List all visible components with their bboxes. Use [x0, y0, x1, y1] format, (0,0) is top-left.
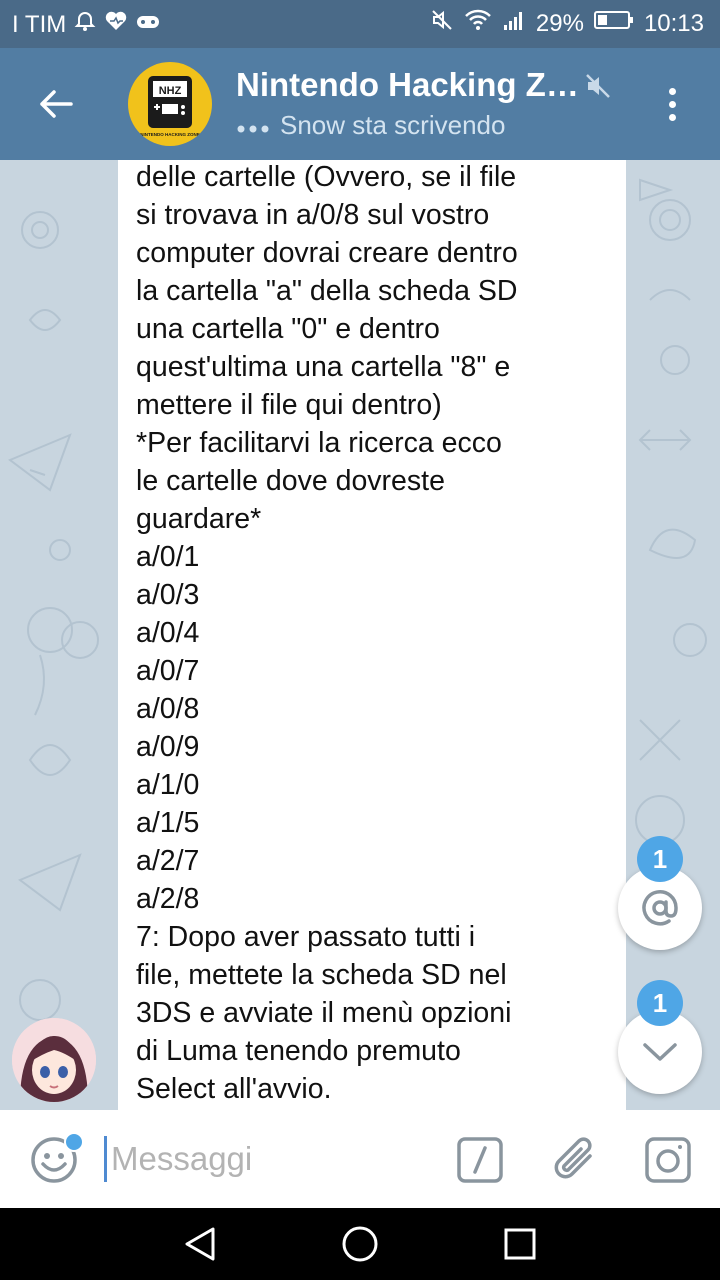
health-icon: [104, 10, 128, 39]
status-bar: I TIM 29% 10:13: [0, 0, 720, 48]
battery-icon: [593, 9, 634, 38]
camera-icon: [645, 1137, 691, 1183]
chat-title[interactable]: Nintendo Hacking Z…: [236, 66, 579, 104]
typing-text: Snow sta scrivendo: [280, 110, 506, 140]
typing-status: Snow sta scrivendo: [236, 110, 505, 141]
clock: 10:13: [643, 9, 704, 37]
nav-back-button[interactable]: [180, 1224, 220, 1264]
nav-home-button[interactable]: [340, 1224, 380, 1264]
chat-area[interactable]: seguendo la stessa struttura delle carte…: [0, 160, 720, 1110]
back-button[interactable]: [26, 74, 86, 134]
status-right: 29% 10:13: [430, 8, 704, 39]
alarm-icon: [74, 10, 96, 39]
status-left: I TIM: [12, 10, 160, 39]
game-icon: [136, 11, 160, 39]
chevron-down-icon: [643, 1043, 677, 1061]
mute-status-icon: [430, 8, 454, 39]
avatar-text: NHZ: [159, 85, 182, 97]
camera-button[interactable]: [644, 1136, 692, 1184]
mentions-count-badge: 1: [637, 836, 683, 882]
arrow-left-icon: [40, 90, 73, 118]
signal-icon: [502, 9, 526, 38]
circle-home-icon: [342, 1226, 378, 1262]
bot-command-button[interactable]: [456, 1136, 504, 1184]
emoji-notification-dot: [64, 1132, 84, 1152]
message-input-bar: [0, 1110, 720, 1208]
system-nav-bar: [0, 1208, 720, 1280]
wifi-icon: [464, 9, 492, 38]
typing-dots-icon: [236, 110, 270, 141]
message-text: seguendo la stessa struttura delle carte…: [136, 161, 518, 1105]
message-input[interactable]: [104, 1136, 431, 1182]
chat-header: NHZ NINTENDO HACKING ZONE Nintendo Hacki…: [0, 48, 720, 160]
message-bubble[interactable]: seguendo la stessa struttura delle carte…: [118, 160, 626, 1110]
battery-percent: 29%: [535, 9, 584, 37]
avatar-caption: NINTENDO HACKING ZONE: [140, 132, 200, 137]
unread-count-badge: 1: [637, 980, 683, 1026]
attach-button[interactable]: [550, 1134, 602, 1186]
more-options-button[interactable]: [652, 76, 692, 132]
paperclip-icon: [554, 1137, 592, 1179]
at-sign-icon: [642, 890, 678, 926]
nav-recents-button[interactable]: [500, 1224, 540, 1264]
muted-speaker-icon: [584, 72, 612, 105]
sender-avatar[interactable]: [12, 1018, 96, 1102]
triangle-back-icon: [185, 1227, 215, 1261]
slash-command-icon: [457, 1137, 503, 1183]
square-recents-icon: [504, 1228, 536, 1260]
carrier-label: I TIM: [12, 10, 67, 38]
group-avatar[interactable]: NHZ NINTENDO HACKING ZONE: [128, 62, 212, 146]
vertical-dots-icon: [668, 87, 676, 95]
